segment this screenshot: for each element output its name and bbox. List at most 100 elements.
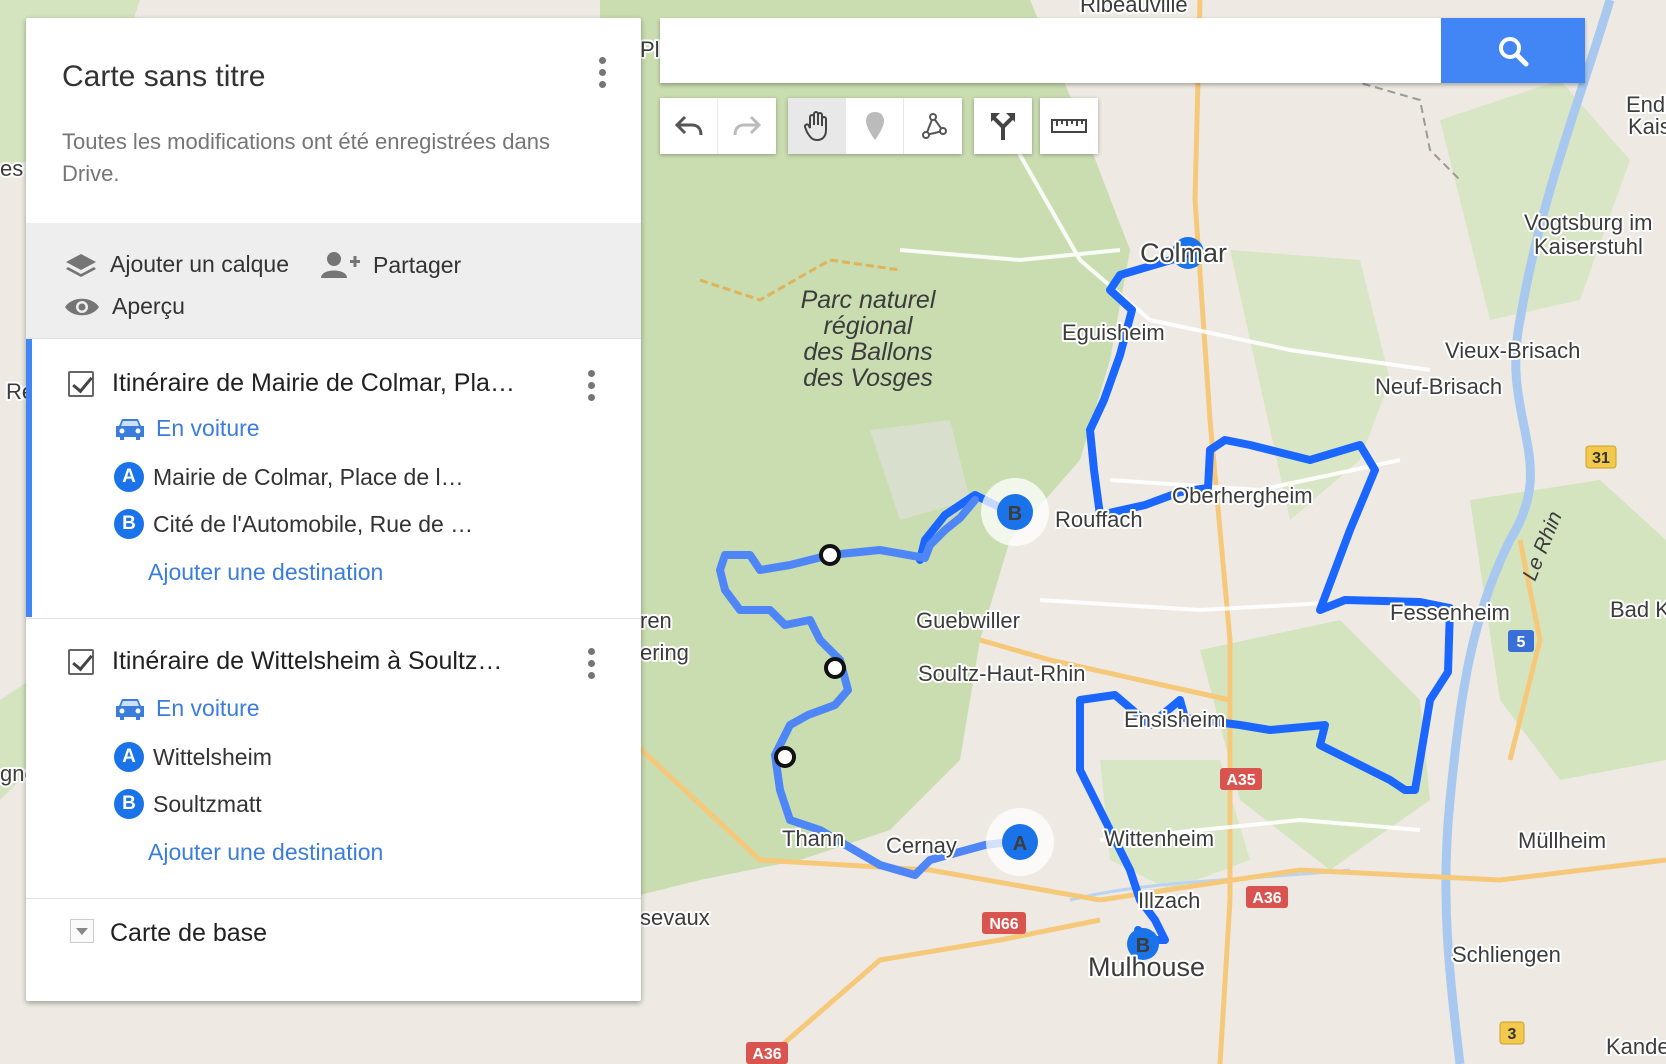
place-kandern: Kandern [1606, 1034, 1666, 1059]
map-title[interactable]: Carte sans titre [62, 60, 265, 94]
layer-1-mode[interactable]: En voiture [114, 415, 260, 442]
place-mullheim: Müllheim [1518, 828, 1606, 853]
place-soultz: Soultz-Haut-Rhin [918, 661, 1086, 686]
map-options-icon[interactable] [590, 54, 614, 94]
park-label-4: des Vosges [803, 364, 933, 392]
undo-button[interactable] [660, 98, 718, 154]
search-input[interactable] [660, 18, 1440, 83]
layer-1: Itinéraire de Mairie de Colmar, Pla… En … [26, 338, 641, 617]
add-person-icon [321, 252, 360, 278]
add-marker-button[interactable] [846, 98, 904, 154]
layer-1-add-destination[interactable]: Ajouter une destination [148, 559, 383, 586]
line-icon [922, 113, 947, 139]
expand-arrow-icon[interactable] [70, 919, 94, 943]
layer-2-mode-label: En voiture [156, 695, 260, 721]
place-cernay: Cernay [886, 833, 957, 858]
place-masevaux: sevaux [640, 905, 710, 930]
layer-2-add-destination[interactable]: Ajouter une destination [148, 839, 383, 866]
save-status: Toutes les modifications ont été enregis… [62, 129, 550, 186]
place-vieux-brisach: Vieux-Brisach [1445, 338, 1580, 363]
layer-2-options-icon[interactable] [579, 645, 603, 685]
place-kais: Kais [1628, 114, 1666, 139]
road-5: 5 [1517, 634, 1526, 651]
stop-a-icon: A [114, 742, 144, 772]
layer-1-checkbox[interactable] [68, 371, 94, 397]
layer-1-stop-b[interactable]: B Cité de l'Automobile, Rue de … [114, 509, 473, 539]
add-layer-button[interactable]: Ajouter un calque [64, 251, 289, 278]
pan-tool-button[interactable] [788, 98, 846, 154]
place-colmar: Colmar [1140, 238, 1227, 268]
base-map-label: Carte de base [110, 919, 268, 947]
layer-2-stop-b-label: Soultzmatt [153, 790, 262, 817]
place-ribeauville: Ribeauvillé [1080, 0, 1188, 17]
base-map-section[interactable]: Carte de base [26, 898, 641, 1002]
road-a36-south: A36 [752, 1046, 781, 1063]
marker-b-label: B [1008, 503, 1022, 525]
stop-b-icon: B [114, 789, 144, 819]
car-icon [116, 698, 144, 720]
place-thann: Thann [782, 826, 844, 851]
place-eguisheim: Eguisheim [1062, 320, 1165, 345]
measure-tools [1040, 98, 1098, 154]
place-kaiserstuhl: Kaiserstuhl [1534, 234, 1643, 259]
layer-1-stop-a[interactable]: A Mairie de Colmar, Place de l… [114, 462, 464, 492]
layer-2-checkbox[interactable] [68, 649, 94, 675]
marker-icon [865, 112, 884, 140]
history-tools [660, 98, 776, 154]
place-ensisheim: Ensisheim [1124, 707, 1225, 732]
place-schliengen: Schliengen [1452, 942, 1561, 967]
draw-line-button[interactable] [904, 98, 962, 154]
park-label-1: Parc naturel [801, 286, 937, 314]
preview-label: Aperçu [112, 293, 185, 319]
directions-tools [974, 98, 1032, 154]
map-panel: Carte sans titre Toutes les modification… [26, 18, 641, 1001]
layer-2-stop-a[interactable]: A Wittelsheim [114, 742, 272, 772]
place-mulhouse: Mulhouse [1088, 952, 1205, 982]
place-fessenheim: Fessenheim [1390, 600, 1510, 625]
place-es: es [0, 156, 23, 181]
marker-b-rouffach: B [981, 478, 1049, 546]
place-ren: ren [640, 608, 672, 633]
ruler-icon [1051, 119, 1087, 133]
place-ering: ering [640, 640, 689, 665]
search-icon [1499, 36, 1529, 66]
layer-1-mode-label: En voiture [156, 415, 260, 441]
measure-button[interactable] [1040, 98, 1098, 154]
layers-icon [66, 253, 96, 277]
park-label-3: des Ballons [803, 338, 932, 366]
preview-button[interactable]: Aperçu [64, 293, 185, 320]
share-button[interactable]: Partager [321, 251, 461, 279]
redo-button[interactable] [718, 98, 776, 154]
marker-a-wittelsheim: A [986, 808, 1054, 876]
place-illzach: Illzach [1138, 888, 1200, 913]
layer-1-stop-b-label: Cité de l'Automobile, Rue de … [153, 510, 474, 537]
add-layer-label: Ajouter un calque [110, 251, 290, 277]
search-button[interactable] [1441, 18, 1585, 83]
layer-2-stop-b[interactable]: B Soultzmatt [114, 789, 262, 819]
place-guebwiller: Guebwiller [916, 608, 1020, 633]
layer-2-title[interactable]: Itinéraire de Wittelsheim à Soultz… [112, 647, 562, 676]
road-3: 3 [1508, 1026, 1517, 1043]
road-a35: A35 [1226, 772, 1255, 789]
place-bad-k: Bad K [1610, 597, 1666, 622]
directions-icon [991, 113, 1015, 140]
search-bar [660, 18, 1585, 83]
car-icon [116, 418, 144, 440]
road-a36: A36 [1252, 890, 1281, 907]
waypoint-2 [824, 657, 846, 679]
waypoint-1 [819, 544, 841, 566]
road-31: 31 [1592, 450, 1610, 467]
waypoint-3 [774, 746, 796, 768]
panel-actions: Ajouter un calque Partager Aperçu [26, 223, 641, 338]
place-oberhergheim: Oberhergheim [1172, 483, 1313, 508]
layer-1-options-icon[interactable] [579, 367, 603, 407]
edit-tools [788, 98, 962, 154]
layer-1-stop-a-label: Mairie de Colmar, Place de l… [153, 463, 464, 490]
layer-1-title[interactable]: Itinéraire de Mairie de Colmar, Pla… [112, 369, 562, 398]
place-rouffach: Rouffach [1055, 507, 1143, 532]
directions-button[interactable] [974, 98, 1032, 154]
redo-icon [733, 115, 762, 136]
layer-2-mode[interactable]: En voiture [114, 695, 260, 722]
place-vogtsburg: Vogtsburg im [1524, 210, 1652, 235]
stop-a-icon: A [114, 462, 144, 492]
